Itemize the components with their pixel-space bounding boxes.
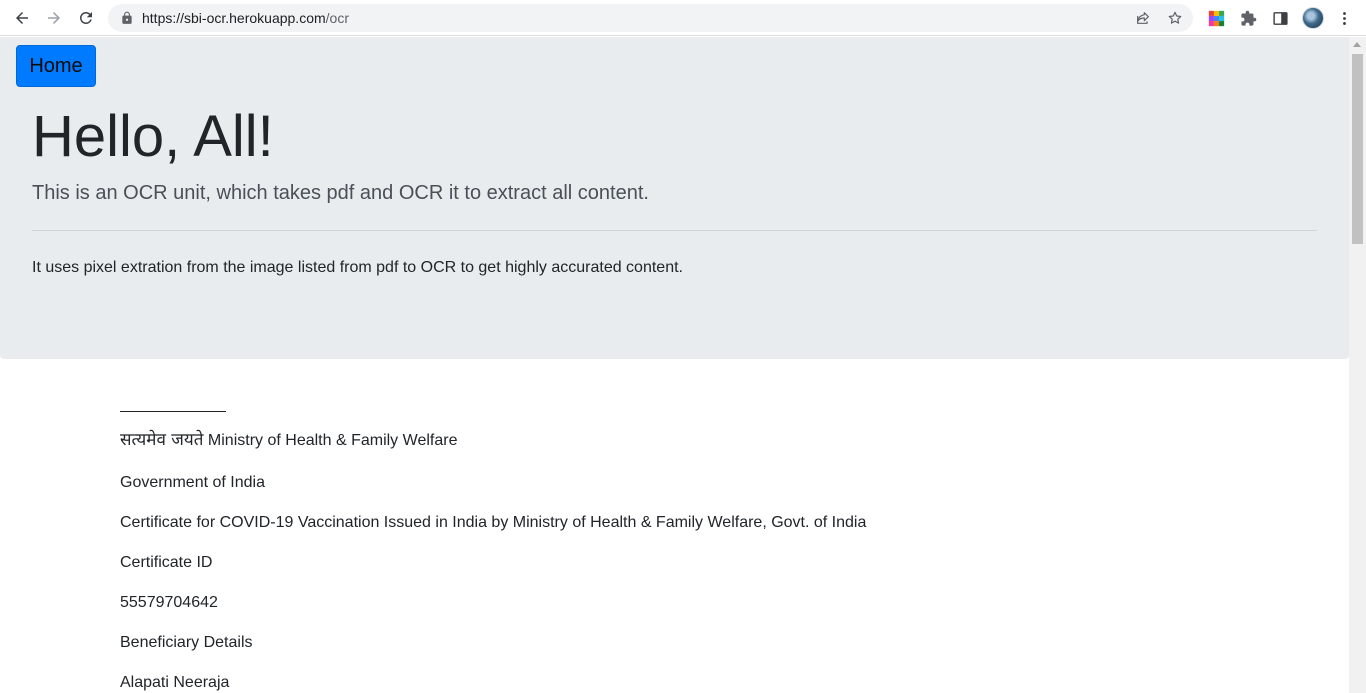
vertical-scrollbar[interactable] bbox=[1349, 37, 1366, 693]
back-arrow-icon[interactable] bbox=[10, 6, 34, 30]
ocr-ministry-text: Ministry of Health & Family Welfare bbox=[203, 432, 458, 449]
jumbotron: Home Hello, All! This is an OCR unit, wh… bbox=[0, 37, 1349, 359]
lead-text: This is an OCR unit, which takes pdf and… bbox=[32, 182, 649, 204]
scroll-thumb[interactable] bbox=[1352, 54, 1363, 244]
ocr-line-beneficiary-label: Beneficiary Details bbox=[120, 634, 253, 651]
page-viewport: Home Hello, All! This is an OCR unit, wh… bbox=[0, 37, 1349, 693]
ocr-line-certificate-title: Certificate for COVID-19 Vaccination Iss… bbox=[120, 514, 867, 531]
ocr-line-government: Government of India bbox=[120, 474, 265, 491]
ocr-hindi-motto: सत्यमेव जयते bbox=[120, 430, 204, 450]
profile-picture bbox=[1302, 7, 1324, 29]
share-icon[interactable] bbox=[1134, 9, 1152, 27]
ocr-underline bbox=[120, 411, 226, 412]
ocr-line-certificate-id: 55579704642 bbox=[120, 594, 218, 611]
scroll-up-arrow-icon[interactable] bbox=[1353, 42, 1361, 47]
divider bbox=[32, 230, 1317, 231]
forward-arrow-icon[interactable] bbox=[42, 6, 66, 30]
ocr-line-beneficiary-name: Alapati Neeraja bbox=[120, 674, 230, 691]
description-text: It uses pixel extration from the image l… bbox=[32, 259, 683, 276]
url-path: /ocr bbox=[325, 10, 349, 26]
star-icon[interactable] bbox=[1166, 9, 1184, 27]
side-panel-icon[interactable] bbox=[1270, 8, 1290, 28]
page-title: Hello, All! bbox=[32, 104, 274, 169]
address-bar[interactable]: https://sbi-ocr.herokuapp.com/ocr bbox=[108, 4, 1193, 32]
home-button[interactable]: Home bbox=[16, 45, 96, 87]
puzzle-icon[interactable] bbox=[1238, 8, 1258, 28]
ocr-line-ministry: सत्यमेव जयते Ministry of Health & Family… bbox=[120, 430, 457, 451]
browser-toolbar: https://sbi-ocr.herokuapp.com/ocr bbox=[0, 0, 1366, 36]
url-text[interactable]: https://sbi-ocr.herokuapp.com/ocr bbox=[142, 10, 349, 26]
ocr-line-certificate-id-label: Certificate ID bbox=[120, 554, 213, 571]
kebab-menu-icon[interactable] bbox=[1334, 8, 1354, 28]
lock-icon[interactable] bbox=[120, 11, 134, 25]
color-extension-icon[interactable] bbox=[1206, 8, 1226, 28]
url-host: https://sbi-ocr.herokuapp.com bbox=[142, 10, 326, 26]
reload-icon[interactable] bbox=[74, 6, 98, 30]
avatar[interactable] bbox=[1301, 6, 1325, 30]
